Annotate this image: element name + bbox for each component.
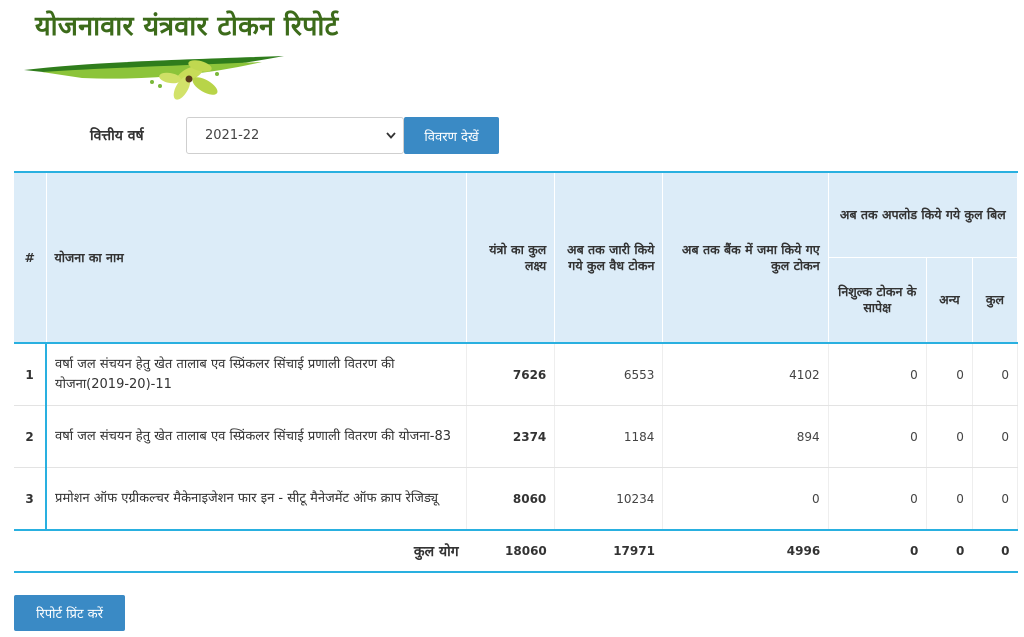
table-row: 1 वर्षा जल संचयन हेतु खेत तालाब एव स्प्र…: [14, 343, 1019, 406]
totals-bank: 4996: [662, 529, 829, 572]
row-total: 0: [972, 405, 1019, 468]
col-issued-tokens-header: अब तक जारी किये गये कुल वैध टोकन: [554, 172, 664, 344]
row-issued: 1184: [554, 405, 664, 468]
row-index: 3: [14, 467, 48, 531]
row-other: 0: [926, 467, 973, 531]
row-target: 2374: [466, 405, 556, 468]
totals-issued: 17971: [554, 529, 663, 572]
row-scheme-name: प्रमोशन ऑफ एग्रीकल्चर मैकेनाइजेशन फार इन…: [46, 467, 468, 531]
financial-year-select[interactable]: 2021-22: [186, 117, 404, 154]
row-scheme-name: वर्षा जल संचयन हेतु खेत तालाब एव स्प्रिं…: [46, 405, 468, 468]
col-total-header: कुल: [972, 257, 1019, 344]
col-scheme-name-header: योजना का नाम: [46, 172, 468, 344]
totals-label: कुल योग: [14, 529, 467, 572]
totals-free: 0: [828, 529, 927, 572]
financial-year-label: वित्तीय वर्ष: [90, 128, 144, 144]
row-total: 0: [972, 343, 1019, 406]
row-free: 0: [828, 405, 927, 468]
row-target: 8060: [466, 467, 556, 531]
col-bank-deposit-header: अब तक बैंक में जमा किये गए कुल टोकन: [662, 172, 829, 344]
col-target-header: यंत्रो का कुल लक्ष्य: [466, 172, 556, 344]
page-title: योजनावार यंत्रवार टोकन रिपोर्ट: [35, 11, 339, 42]
row-index: 2: [14, 405, 48, 468]
financial-year-value: 2021-22: [205, 128, 260, 143]
table-row: 3 प्रमोशन ऑफ एग्रीकल्चर मैकेनाइजेशन फार …: [14, 467, 1019, 531]
row-index: 1: [14, 343, 48, 406]
col-index-header: #: [14, 172, 47, 344]
row-other: 0: [926, 343, 973, 406]
row-bank: 0: [662, 467, 829, 531]
row-total: 0: [972, 467, 1019, 531]
col-free-token-header: निशुल्क टोकन के सापेक्ष: [828, 257, 927, 344]
totals-other: 0: [926, 529, 973, 572]
row-issued: 6553: [554, 343, 664, 406]
col-uploaded-bills-group-header: अब तक अपलोड किये गये कुल बिल: [828, 172, 1019, 258]
row-bank: 4102: [662, 343, 829, 406]
token-report-table: # योजना का नाम यंत्रो का कुल लक्ष्य अब त…: [14, 171, 1019, 573]
totals-target: 18060: [466, 529, 555, 572]
leaf-flower-decoration: [24, 56, 284, 100]
view-details-button[interactable]: विवरण देखें: [404, 117, 499, 154]
row-free: 0: [828, 343, 927, 406]
print-report-button[interactable]: रिपोर्ट प्रिंट करें: [14, 595, 125, 631]
row-target: 7626: [466, 343, 556, 406]
row-bank: 894: [662, 405, 829, 468]
row-scheme-name: वर्षा जल संचयन हेतु खेत तालाब एव स्प्रिं…: [46, 343, 468, 406]
col-other-header: अन्य: [926, 257, 973, 344]
totals-total: 0: [972, 529, 1018, 572]
table-row: 2 वर्षा जल संचयन हेतु खेत तालाब एव स्प्र…: [14, 405, 1019, 468]
chevron-down-icon: [385, 118, 397, 167]
row-issued: 10234: [554, 467, 664, 531]
totals-row: कुल योग 18060 17971 4996 0 0 0: [14, 529, 1018, 572]
row-other: 0: [926, 405, 973, 468]
row-free: 0: [828, 467, 927, 531]
